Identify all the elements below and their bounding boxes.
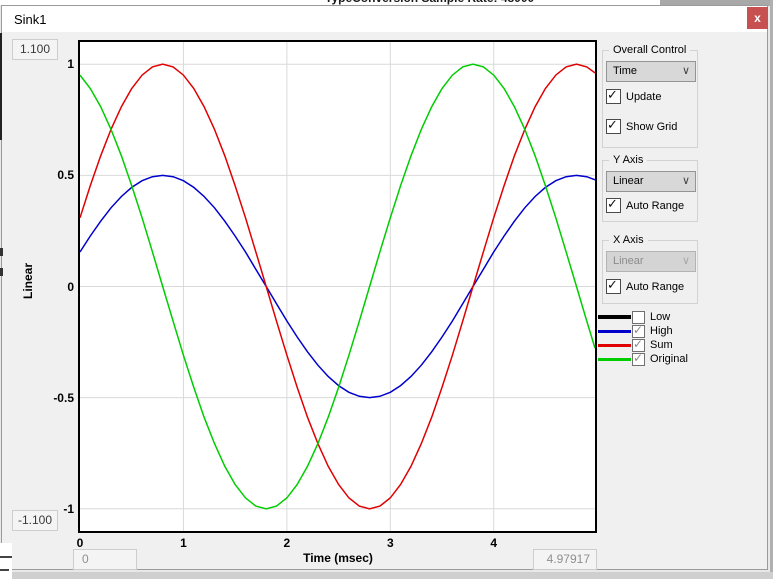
legend-label-high: High [650, 325, 673, 337]
plot-canvas [80, 42, 595, 531]
update-checkbox-label: Update [626, 91, 661, 103]
legend-label-sum: Sum [650, 339, 673, 351]
group-x-axis: X Axis [602, 240, 698, 304]
y-tick-label: 0 [40, 280, 74, 294]
overall-control-dropdown[interactable]: Time ∨ [606, 61, 696, 82]
legend-swatch-sum [598, 344, 631, 347]
legend: ✓ Low ✓ High ✓ Sum ✓ Original [598, 310, 688, 366]
y-axis-scale-dropdown[interactable]: Linear ∨ [606, 171, 696, 192]
legend-swatch-high [598, 330, 631, 333]
background-wire-fragment [0, 556, 12, 558]
x-auto-range-checkbox[interactable]: ✓ Auto Range [606, 279, 684, 294]
background-wire-fragment [0, 569, 9, 571]
x-tick-label: 0 [68, 536, 92, 550]
legend-checkbox-original[interactable]: ✓ [632, 353, 645, 366]
legend-swatch-original [598, 358, 631, 361]
overall-control-dropdown-value: Time [613, 65, 637, 77]
legend-item-original: ✓ Original [598, 352, 688, 366]
y-axis-scale-dropdown-value: Linear [613, 175, 644, 187]
y-tick-label: 1 [40, 57, 74, 71]
group-x-axis-title: X Axis [609, 234, 648, 246]
x-tick-label: 3 [378, 536, 402, 550]
y-tick-label: 0.5 [40, 168, 74, 182]
legend-label-original: Original [650, 353, 688, 365]
y-auto-range-checkbox[interactable]: ✓ Auto Range [606, 198, 684, 213]
update-checkbox[interactable]: ✓ Update [606, 89, 661, 104]
x-tick-label: 1 [171, 536, 195, 550]
background-left-line-fragment [0, 33, 2, 140]
window-title: Sink1 [14, 12, 47, 27]
chevron-down-icon: ∨ [682, 252, 690, 271]
screen: TypeConversion Sample Rate: 48000 Sink1 … [0, 0, 773, 579]
show-grid-checkbox-label: Show Grid [626, 121, 677, 133]
check-icon: ✓ [633, 323, 643, 337]
y-tick-label: -1 [40, 502, 74, 516]
legend-label-low: Low [650, 311, 670, 323]
x-axis-scale-dropdown-value: Linear [613, 255, 644, 267]
x-min-readout[interactable]: 0 [73, 549, 137, 570]
x-tick-label: 4 [482, 536, 506, 550]
checkbox-box: ✓ [606, 89, 621, 104]
x-auto-range-label: Auto Range [626, 281, 684, 293]
check-icon: ✓ [633, 337, 643, 351]
group-y-axis-title: Y Axis [609, 154, 647, 166]
check-icon: ✓ [607, 117, 618, 133]
background-left-text-fragment [0, 268, 3, 276]
check-icon: ✓ [607, 87, 618, 103]
y-tick-label: -0.5 [40, 391, 74, 405]
x-tick-label: 2 [275, 536, 299, 550]
checkbox-box: ✓ [606, 119, 621, 134]
group-overall-control-title: Overall Control [609, 44, 690, 56]
x-axis-title: Time (msec) [238, 551, 438, 565]
show-grid-checkbox[interactable]: ✓ Show Grid [606, 119, 677, 134]
y-axis-scale-label: Linear [21, 257, 35, 305]
background-left-text-fragment [0, 248, 3, 256]
plot-area [78, 40, 597, 533]
background-bottom-strip [0, 572, 773, 579]
chevron-down-icon: ∨ [682, 172, 690, 191]
check-icon: ✓ [607, 196, 618, 212]
check-icon: ✓ [633, 351, 643, 365]
titlebar[interactable]: Sink1 [2, 6, 767, 32]
background-bottom-left-fragment [0, 543, 12, 579]
checkbox-box: ✓ [606, 198, 621, 213]
y-auto-range-label: Auto Range [626, 200, 684, 212]
chevron-down-icon: ∨ [682, 62, 690, 81]
x-axis-scale-dropdown: Linear ∨ [606, 251, 696, 272]
close-button[interactable]: x [747, 7, 768, 29]
x-max-readout[interactable]: 4.97917 [533, 549, 597, 570]
checkbox-box: ✓ [606, 279, 621, 294]
check-icon: ✓ [607, 277, 618, 293]
legend-swatch-low [598, 315, 631, 319]
